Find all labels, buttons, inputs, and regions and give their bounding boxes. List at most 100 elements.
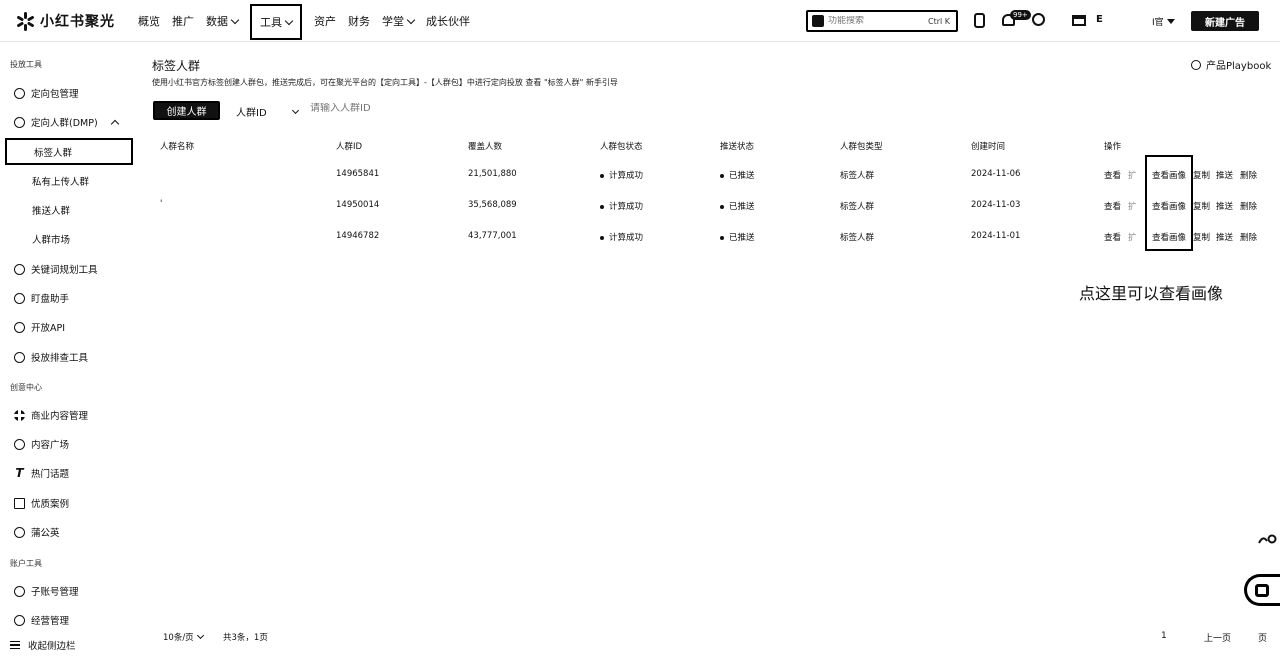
filter-field-select[interactable]: 人群ID — [236, 104, 299, 119]
cell-type: 标签人群 — [840, 202, 875, 212]
main-nav: 概览 推广 数据 工具 资产 财务 学堂 成长伙伴 — [138, 0, 482, 42]
nav-label: 概览 — [138, 15, 160, 28]
pagination-current-page[interactable]: 1 — [1161, 631, 1167, 641]
hexagon-icon — [14, 87, 25, 99]
nav-overview[interactable]: 概览 — [138, 13, 160, 29]
cell-push-status: 已推送 — [720, 231, 755, 243]
delete-link[interactable]: 删除 — [1240, 231, 1257, 243]
column-header: 人群名称 — [160, 142, 195, 152]
sidebar-item-label: 定向人群(DMP) — [31, 118, 98, 129]
view-link[interactable]: 查看 — [1104, 200, 1121, 212]
nav-assets[interactable]: 资产 — [314, 13, 336, 29]
menu-collapse-icon — [10, 641, 20, 649]
push-link[interactable]: 推送 — [1216, 200, 1233, 212]
cell-coverage: 21,501,880 — [468, 169, 517, 179]
collapse-sidebar-button[interactable]: 收起侧边栏 — [10, 638, 76, 652]
chat-icon — [1255, 584, 1269, 597]
push-link[interactable]: 推送 — [1216, 231, 1233, 243]
chevron-down-icon — [284, 16, 294, 25]
sidebar-item-troubleshoot[interactable]: 投放排查工具 — [14, 347, 88, 367]
sidebar-subitem-label: 人群市场 — [32, 235, 71, 246]
expand-link[interactable]: 扩 — [1128, 200, 1137, 212]
cell-push-status: 已推送 — [720, 200, 755, 212]
push-link[interactable]: 推送 — [1216, 169, 1233, 181]
chevron-down-icon — [406, 15, 416, 24]
delete-link[interactable]: 删除 — [1240, 200, 1257, 212]
copy-link[interactable]: 复制 — [1193, 231, 1210, 243]
account-switcher[interactable]: I官 — [1152, 15, 1175, 28]
view-link[interactable]: 查看 — [1104, 169, 1121, 181]
cell-id: 14950014 — [336, 200, 380, 210]
sidebar-subitem-tag-audience[interactable]: 标签人群 — [5, 138, 133, 165]
sidebar-item-business-management[interactable]: 经营管理 — [14, 610, 69, 630]
info-icon — [1191, 59, 1201, 70]
new-ad-button[interactable]: 新建广告 — [1191, 11, 1259, 31]
cell-created: 2024-11-01 — [971, 231, 1021, 241]
nav-label: 成长伙伴 — [426, 15, 470, 28]
search-shortcut: Ctrl K — [928, 16, 951, 26]
search-input[interactable] — [828, 16, 924, 26]
audience-id-input[interactable] — [310, 103, 430, 114]
nav-growth-partner[interactable]: 成长伙伴 — [426, 13, 470, 29]
page-title: 标签人群 — [152, 59, 201, 73]
cell-coverage: 35,568,089 — [468, 200, 517, 210]
nav-promotion[interactable]: 推广 — [172, 13, 194, 29]
sidebar-item-pugongying[interactable]: 蒲公英 — [14, 522, 60, 542]
account-name[interactable]: E — [1096, 14, 1103, 25]
nav-academy[interactable]: 学堂 — [382, 13, 416, 29]
copy-link[interactable]: 复制 — [1193, 200, 1210, 212]
page-description: 使用小红书官方标签创建人群包，推送完成后，可在聚光平台的【定向工具】-【人群包】… — [152, 78, 618, 87]
cell-type: 标签人群 — [840, 233, 875, 243]
sidebar-item-content-square[interactable]: 内容广场 — [14, 434, 69, 454]
sidebar-item-dmp[interactable]: 定向人群(DMP) — [14, 112, 119, 132]
page-size-select[interactable]: 10条/页 — [163, 631, 204, 643]
function-search[interactable]: Ctrl K — [806, 10, 958, 32]
sidebar-item-cases[interactable]: 优质案例 — [14, 493, 69, 513]
expand-link[interactable]: 扩 — [1128, 169, 1137, 181]
status-dot-icon — [720, 235, 724, 240]
assistant-float-icon[interactable] — [1257, 533, 1277, 547]
hexagon-icon — [14, 585, 25, 597]
annotation-text: 点这里可以查看画像 — [1079, 284, 1224, 303]
create-audience-button[interactable]: 创建人群 — [153, 101, 220, 120]
mobile-icon[interactable] — [974, 13, 985, 28]
status-dot-icon — [720, 204, 724, 209]
sidebar-item-commercial-content[interactable]: 商业内容管理 — [14, 405, 88, 425]
status-label: 已推送 — [729, 202, 755, 212]
status-label: 计算成功 — [609, 202, 644, 212]
cell-created: 2024-11-06 — [971, 169, 1021, 179]
cell-id: 14946782 — [336, 231, 380, 241]
sidebar-item-hot-topics[interactable]: T 热门话题 — [14, 463, 69, 483]
collapse-label: 收起侧边栏 — [28, 641, 76, 652]
playbook-link[interactable]: 产品Playbook — [1191, 57, 1271, 72]
status-label: 计算成功 — [609, 171, 644, 181]
grid-icon — [14, 409, 25, 421]
top-nav-bar: 小红书聚光 概览 推广 数据 工具 资产 财务 学堂 成长伙伴 Ctrl K 9… — [0, 0, 1280, 42]
sidebar-item-sub-accounts[interactable]: 子账号管理 — [14, 581, 79, 601]
sidebar-item-label: 经营管理 — [31, 616, 70, 627]
nav-tools[interactable]: 工具 — [250, 4, 302, 40]
sidebar-item-monitor-assistant[interactable]: 盯盘助手 — [14, 288, 69, 308]
help-icon[interactable] — [1032, 13, 1045, 26]
sidebar-subitem-audience-market[interactable]: 人群市场 — [32, 229, 70, 249]
cell-type: 标签人群 — [840, 171, 875, 181]
sidebar-subitem-private-upload[interactable]: 私有上传人群 — [32, 171, 89, 191]
delete-link[interactable]: 删除 — [1240, 169, 1257, 181]
sidebar-item-open-api[interactable]: 开放API — [14, 317, 65, 337]
sidebar-item-keyword-planner[interactable]: 关键词规划工具 — [14, 259, 98, 279]
customer-service-button[interactable] — [1244, 574, 1280, 606]
sidebar-subitem-pushed-audience[interactable]: 推送人群 — [32, 200, 70, 220]
sidebar-item-label: 商业内容管理 — [31, 411, 89, 422]
copy-link[interactable]: 复制 — [1193, 169, 1210, 181]
brand-logo[interactable]: 小红书聚光 — [16, 11, 115, 31]
pagination-prev[interactable]: 上一页 — [1204, 631, 1231, 644]
sidebar-item-targeting-package[interactable]: 定向包管理 — [14, 83, 79, 103]
cell-created: 2024-11-03 — [971, 200, 1021, 210]
nav-label: 工具 — [260, 16, 282, 29]
expand-link[interactable]: 扩 — [1128, 231, 1137, 243]
nav-finance[interactable]: 财务 — [348, 13, 370, 29]
view-link[interactable]: 查看 — [1104, 231, 1121, 243]
nav-data[interactable]: 数据 — [206, 13, 240, 29]
pagination-next[interactable]: 页 — [1258, 631, 1267, 644]
sidebar-subitem-label: 标签人群 — [34, 147, 73, 159]
